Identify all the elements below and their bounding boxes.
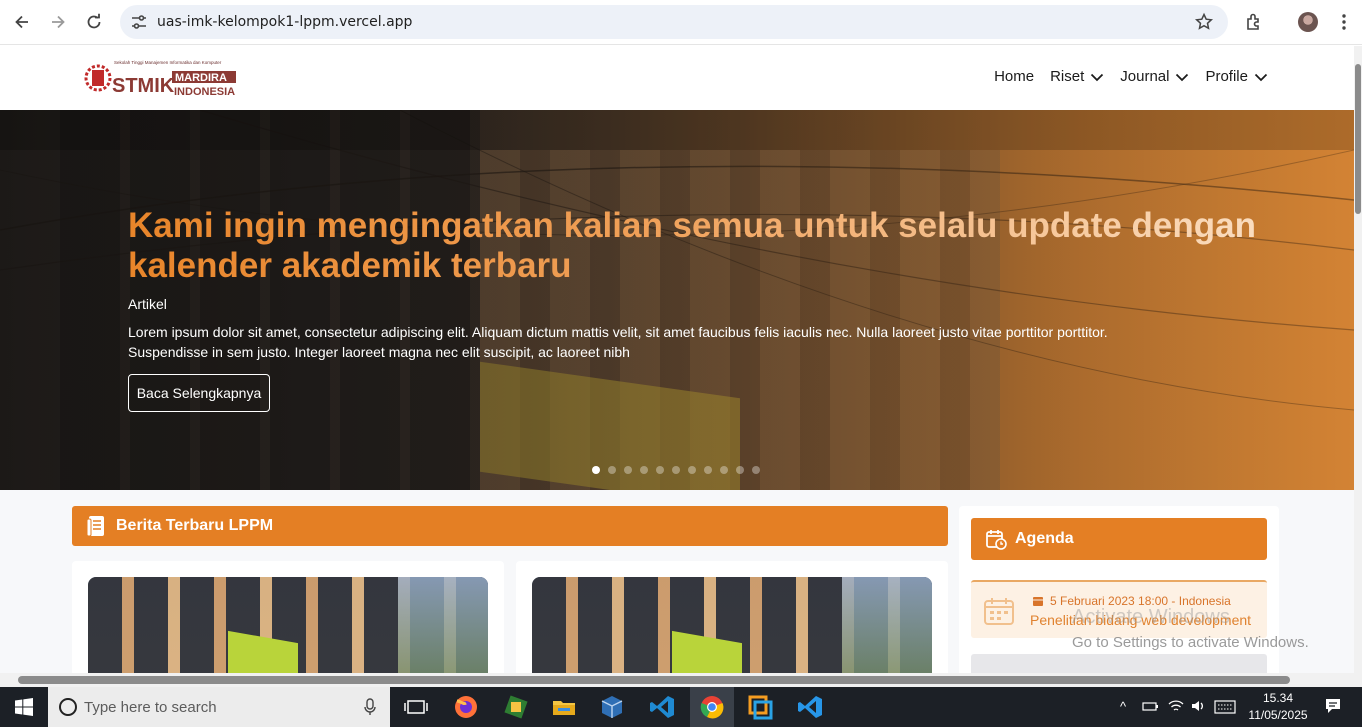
taskbar-search-placeholder: Type here to search: [84, 699, 217, 716]
search-icon: [59, 698, 77, 716]
calendar-clock-icon: [986, 530, 1007, 550]
microphone-icon[interactable]: [364, 698, 376, 716]
main-nav: Home Riset Journal Profile: [994, 68, 1268, 85]
taskbar-time: 15.34: [1262, 691, 1294, 705]
newspaper-icon: [86, 516, 104, 537]
page-viewport: Sekolah Tinggi Manajemen Informatika dan…: [0, 46, 1354, 673]
nav-home-label: Home: [994, 68, 1035, 85]
hero-title: Kami ingin mengingatkan kalian semua unt…: [128, 206, 1308, 286]
hero-overlay: [0, 110, 1354, 490]
agenda-item-next[interactable]: [971, 654, 1267, 673]
horizontal-scrollbar[interactable]: [0, 673, 1362, 687]
news-card-image[interactable]: [88, 577, 488, 673]
news-card[interactable]: [516, 561, 948, 673]
carousel-dot[interactable]: [608, 466, 616, 474]
extensions-icon[interactable]: [1243, 11, 1265, 33]
stmik-logo[interactable]: Sekolah Tinggi Manajemen Informatika dan…: [84, 54, 240, 102]
logo-small-text: Sekolah Tinggi Manajemen Informatika dan…: [114, 60, 222, 65]
logo-right-bottom: INDONESIA: [174, 86, 235, 98]
carousel-dot[interactable]: [720, 466, 728, 474]
chevron-down-icon: [1091, 73, 1104, 81]
calendar-icon: [984, 598, 1014, 625]
chevron-down-icon: [1254, 73, 1268, 81]
nav-profile[interactable]: Profile: [1205, 68, 1268, 85]
nav-home[interactable]: Home: [994, 68, 1034, 85]
news-card[interactable]: [72, 561, 504, 673]
browser-toolbar: uas-imk-kelompok1-lppm.vercel.app: [0, 0, 1362, 45]
vertical-scroll-thumb[interactable]: [1355, 64, 1361, 214]
hero-description: Lorem ipsum dolor sit amet, consectetur …: [128, 324, 1108, 360]
hero-carousel: Kami ingin mengingatkan kalian semua unt…: [0, 110, 1354, 490]
agenda-header: Agenda: [971, 518, 1267, 560]
carousel-dot[interactable]: [704, 466, 712, 474]
firefox-icon[interactable]: [452, 693, 480, 721]
url-text[interactable]: uas-imk-kelompok1-lppm.vercel.app: [157, 14, 412, 30]
news-card-image[interactable]: [532, 577, 932, 673]
carousel-indicators: [592, 466, 760, 474]
vscode-icon[interactable]: [648, 693, 676, 721]
address-bar[interactable]: uas-imk-kelompok1-lppm.vercel.app: [120, 5, 1228, 39]
arrow-left-icon: [15, 15, 28, 29]
news-section-header: Berita Terbaru LPPM: [72, 506, 948, 546]
carousel-dot[interactable]: [640, 466, 648, 474]
carousel-dot[interactable]: [624, 466, 632, 474]
logo-right-top: MARDIRA: [175, 72, 227, 84]
carousel-dot[interactable]: [672, 466, 680, 474]
bookmark-star-icon[interactable]: [1194, 12, 1214, 32]
forward-button[interactable]: [45, 9, 71, 35]
watermark-subtitle: Go to Settings to activate Windows.: [1072, 634, 1309, 651]
nav-journal[interactable]: Journal: [1120, 68, 1189, 85]
task-view-icon[interactable]: [402, 693, 430, 721]
carousel-dot[interactable]: [736, 466, 744, 474]
horizontal-scroll-thumb[interactable]: [18, 676, 1290, 684]
keyboard-icon[interactable]: [1214, 700, 1236, 714]
arrow-right-icon: [52, 15, 65, 29]
battery-icon[interactable]: [1142, 699, 1160, 713]
nav-riset[interactable]: Riset: [1050, 68, 1104, 85]
chrome-taskbar-button[interactable]: [690, 687, 734, 727]
show-hidden-icons-icon[interactable]: ^: [1120, 699, 1126, 714]
watermark-title: Activate Windows: [1072, 606, 1230, 628]
carousel-dot[interactable]: [752, 466, 760, 474]
read-more-button[interactable]: Baca Selengkapnya: [128, 374, 270, 412]
hero-top-band: [0, 110, 1354, 150]
browser-menu-icon[interactable]: [1336, 12, 1352, 32]
app-green-icon[interactable]: [502, 693, 530, 721]
carousel-dot[interactable]: [656, 466, 664, 474]
taskbar-date: 11/05/2025: [1248, 708, 1308, 722]
nav-journal-label: Journal: [1120, 68, 1170, 85]
carousel-dot[interactable]: [688, 466, 696, 474]
site-settings-icon[interactable]: [130, 13, 148, 31]
windows-activation-watermark: Activate Windows Go to Settings to activ…: [1072, 606, 1309, 651]
file-explorer-icon[interactable]: [550, 693, 578, 721]
news-heading: Berita Terbaru LPPM: [116, 517, 274, 534]
notifications-icon[interactable]: [1324, 697, 1342, 715]
wifi-icon[interactable]: [1168, 698, 1184, 714]
taskbar-clock[interactable]: 15.34 11/05/2025: [1248, 690, 1308, 724]
reload-button[interactable]: [81, 9, 107, 35]
site-header: Sekolah Tinggi Manajemen Informatika dan…: [0, 46, 1354, 110]
chrome-icon: [700, 696, 724, 719]
hero-tag: Artikel: [128, 296, 167, 312]
agenda-heading: Agenda: [1015, 530, 1074, 547]
volume-icon[interactable]: [1190, 698, 1206, 714]
profile-avatar[interactable]: [1298, 12, 1318, 32]
app-orange-blue-icon[interactable]: [746, 693, 774, 721]
nav-riset-label: Riset: [1050, 68, 1085, 85]
start-button[interactable]: [0, 687, 48, 727]
virtualbox-icon[interactable]: [598, 693, 626, 721]
taskbar-search[interactable]: Type here to search: [48, 687, 390, 727]
carousel-dot[interactable]: [592, 466, 600, 474]
windows-logo-icon: [15, 698, 33, 716]
nav-profile-label: Profile: [1205, 68, 1248, 85]
chevron-down-icon: [1176, 73, 1189, 81]
vscode-second-icon[interactable]: [796, 693, 824, 721]
windows-taskbar: Type here to search ^ 15.34 11/05/2025: [0, 687, 1362, 727]
calendar-small-icon: [1033, 597, 1043, 606]
vertical-scrollbar[interactable]: [1354, 46, 1362, 673]
back-button[interactable]: [9, 9, 35, 35]
reload-icon: [87, 13, 101, 29]
logo-main-text: STMIK: [112, 75, 175, 97]
